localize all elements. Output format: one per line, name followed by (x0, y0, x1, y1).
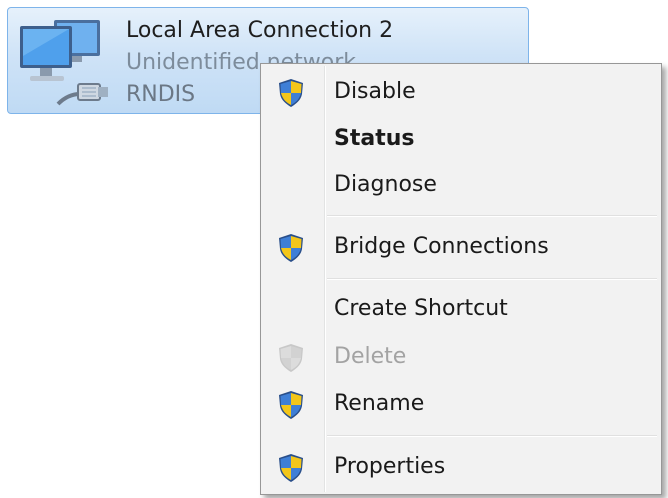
menu-item-label: Rename (334, 391, 425, 416)
menu-item-properties[interactable]: Properties (263, 445, 659, 489)
uac-shield-icon (276, 453, 306, 483)
menu-item-label: Properties (334, 454, 446, 479)
menu-item-label: Delete (334, 344, 407, 369)
menu-item-rename[interactable]: Rename (263, 382, 659, 426)
menu-item-bridge-connections[interactable]: Bridge Connections (263, 225, 659, 269)
menu-separator (327, 215, 657, 217)
menu-item-delete: Delete (263, 335, 659, 379)
uac-shield-icon (276, 233, 306, 263)
uac-shield-icon (276, 343, 306, 373)
menu-separator (327, 278, 657, 280)
menu-item-label: Diagnose (334, 172, 437, 197)
menu-item-label: Create Shortcut (334, 296, 508, 321)
menu-item-label: Status (334, 126, 415, 151)
menu-item-label: Bridge Connections (334, 234, 549, 259)
connection-name: Local Area Connection 2 (126, 18, 394, 43)
menu-item-diagnose[interactable]: Diagnose (263, 163, 659, 207)
menu-item-disable[interactable]: Disable (263, 70, 659, 114)
page: Local Area Connection 2 Unidentified net… (0, 0, 668, 498)
menu-item-label: Disable (334, 79, 416, 104)
connection-device: RNDIS (126, 82, 196, 107)
menu-separator (327, 435, 657, 437)
uac-shield-icon (276, 390, 306, 420)
uac-shield-icon (276, 78, 306, 108)
menu-item-create-shortcut[interactable]: Create Shortcut (263, 287, 659, 331)
context-menu: Disable Status Diagnose Bridge Connectio… (260, 63, 662, 495)
menu-item-status[interactable]: Status (263, 117, 659, 161)
network-adapter-icon (20, 20, 108, 106)
